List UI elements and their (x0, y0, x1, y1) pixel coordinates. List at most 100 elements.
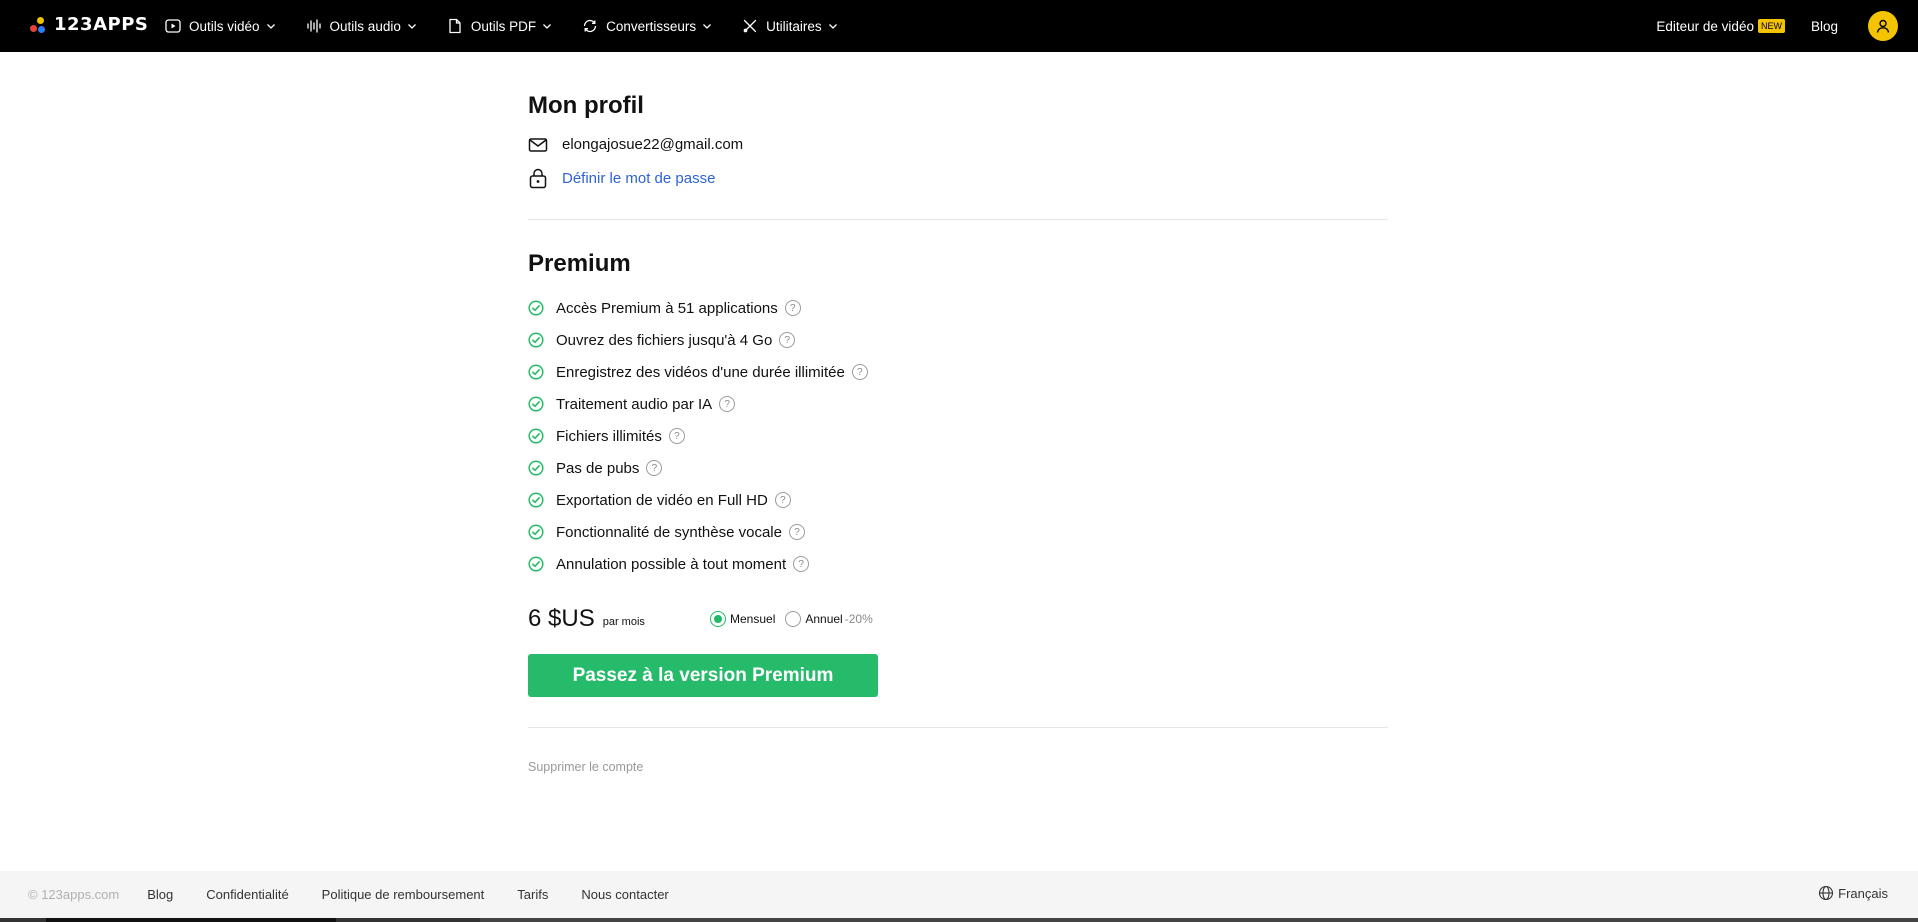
logo-dots-icon (28, 15, 46, 35)
help-icon[interactable]: ? (793, 556, 810, 572)
footer-link-pricing[interactable]: Tarifs (517, 887, 548, 902)
language-label: Français (1838, 885, 1888, 901)
video-editor-link[interactable]: Editeur de vidéo NEW (1656, 19, 1785, 34)
mail-icon (528, 137, 548, 152)
document-icon (449, 18, 461, 34)
price-row: 6 $US par mois Mensuel Annuel -20% (528, 604, 1388, 634)
help-icon[interactable]: ? (851, 364, 868, 380)
nav-item-label: Outils PDF (470, 18, 537, 34)
premium-feature-item: Ouvrez des fichiers jusqu'à 4 Go? (528, 324, 1388, 356)
user-avatar[interactable] (1868, 11, 1898, 41)
check-circle-icon (528, 332, 544, 348)
email-row: elongajosue22@gmail.com (528, 136, 1388, 153)
waveform-icon (306, 19, 321, 33)
main-nav: Outils vidéo Outils audio Outils PDF Con… (165, 0, 868, 52)
profile-main: Mon profil elongajosue22@gmail.com Défin… (528, 52, 1388, 776)
premium-feature-item: Fichiers illimités? (528, 420, 1388, 452)
help-icon[interactable]: ? (788, 524, 805, 540)
check-circle-icon (528, 524, 544, 540)
premium-feature-label: Fichiers illimités (556, 427, 662, 445)
nav-item-label: Utilitaires (766, 18, 822, 34)
monthly-radio[interactable] (710, 611, 726, 627)
video-editor-label: Editeur de vidéo (1656, 18, 1754, 34)
premium-feature-label: Annulation possible à tout moment (556, 555, 787, 573)
billing-option-monthly[interactable]: Mensuel (710, 611, 775, 627)
check-circle-icon (528, 492, 544, 508)
footer-link-privacy[interactable]: Confidentialité (206, 887, 288, 902)
top-navigation-bar: 123APPS Outils vidéo Outils audio Outils… (0, 0, 1918, 52)
premium-feature-item: Enregistrez des vidéos d'une durée illim… (528, 356, 1388, 388)
user-email: elongajosue22@gmail.com (562, 136, 744, 153)
chevron-down-icon (828, 24, 837, 29)
check-circle-icon (528, 460, 544, 476)
lock-icon (529, 168, 547, 189)
nav-item-label: Convertisseurs (606, 18, 697, 34)
nav-item-converters[interactable]: Convertisseurs (582, 18, 712, 34)
annual-discount: -20% (844, 612, 873, 626)
help-icon[interactable]: ? (774, 492, 791, 508)
premium-feature-label: Accès Premium à 51 applications (556, 299, 778, 317)
premium-feature-label: Pas de pubs (556, 459, 640, 477)
premium-feature-item: Fonctionnalité de synthèse vocale? (528, 516, 1388, 548)
chevron-down-icon (543, 24, 552, 29)
delete-account-link[interactable]: Supprimer le compte (528, 760, 643, 774)
premium-feature-item: Pas de pubs? (528, 452, 1388, 484)
password-row: Définir le mot de passe (528, 167, 1388, 189)
price-period: par mois (602, 616, 645, 628)
chevron-down-icon (703, 24, 712, 29)
monthly-label: Mensuel (730, 612, 776, 626)
premium-feature-item: Traitement audio par IA? (528, 388, 1388, 420)
globe-icon (1819, 885, 1834, 901)
nav-item-utilities[interactable]: Utilitaires (742, 18, 838, 34)
tools-icon (743, 19, 757, 33)
premium-feature-label: Traitement audio par IA (556, 395, 713, 413)
check-circle-icon (528, 428, 544, 444)
premium-title: Premium (528, 250, 631, 277)
profile-title: Mon profil (528, 92, 644, 119)
annual-radio[interactable] (785, 611, 802, 627)
premium-feature-label: Fonctionnalité de synthèse vocale (556, 523, 782, 541)
blog-link[interactable]: Blog (1811, 19, 1838, 34)
nav-item-audio-tools[interactable]: Outils audio (306, 18, 417, 34)
help-icon[interactable]: ? (719, 396, 736, 412)
bottom-strip (0, 918, 1918, 922)
premium-feature-item: Accès Premium à 51 applications? (528, 292, 1388, 324)
help-icon[interactable]: ? (784, 300, 801, 316)
help-icon[interactable]: ? (668, 428, 685, 444)
premium-feature-label: Ouvrez des fichiers jusqu'à 4 Go (556, 331, 773, 349)
right-nav: Editeur de vidéo NEW Blog (1656, 0, 1898, 52)
premium-feature-label: Exportation de vidéo en Full HD (556, 491, 768, 509)
new-badge: NEW (1757, 19, 1785, 33)
nav-item-label: Outils audio (329, 18, 401, 34)
set-password-link[interactable]: Définir le mot de passe (562, 170, 715, 187)
check-circle-icon (528, 300, 544, 316)
upgrade-premium-button[interactable]: Passez à la version Premium (528, 654, 878, 697)
premium-feature-item: Exportation de vidéo en Full HD? (528, 484, 1388, 516)
footer-link-refund-policy[interactable]: Politique de remboursement (322, 887, 485, 902)
footer-copyright: © 123apps.com (28, 887, 120, 902)
convert-icon (583, 19, 597, 33)
billing-toggle: Mensuel Annuel -20% (710, 611, 883, 627)
billing-option-annual[interactable]: Annuel -20% (785, 611, 873, 627)
chevron-down-icon (407, 24, 416, 29)
check-circle-icon (528, 556, 544, 572)
footer-link-contact[interactable]: Nous contacter (581, 887, 668, 902)
nav-item-pdf-tools[interactable]: Outils PDF (447, 18, 552, 34)
premium-feature-label: Enregistrez des vidéos d'une durée illim… (556, 363, 845, 381)
language-selector[interactable]: Français (1818, 885, 1888, 901)
footer-link-blog[interactable]: Blog (147, 887, 173, 902)
help-icon[interactable]: ? (646, 460, 663, 476)
check-circle-icon (528, 364, 544, 380)
help-icon[interactable]: ? (779, 332, 796, 348)
play-icon (165, 19, 181, 33)
chevron-down-icon (266, 24, 275, 29)
brand-logo[interactable]: 123APPS (28, 14, 148, 35)
section-divider (528, 219, 1388, 220)
price-value: 6 $US (528, 605, 595, 632)
nav-item-video-tools[interactable]: Outils vidéo (165, 18, 276, 34)
annual-label: Annuel (805, 612, 843, 626)
logo-text: 123APPS (54, 14, 149, 35)
section-divider (528, 727, 1388, 728)
premium-feature-item: Annulation possible à tout moment? (528, 548, 1388, 580)
nav-item-label: Outils vidéo (189, 18, 260, 34)
